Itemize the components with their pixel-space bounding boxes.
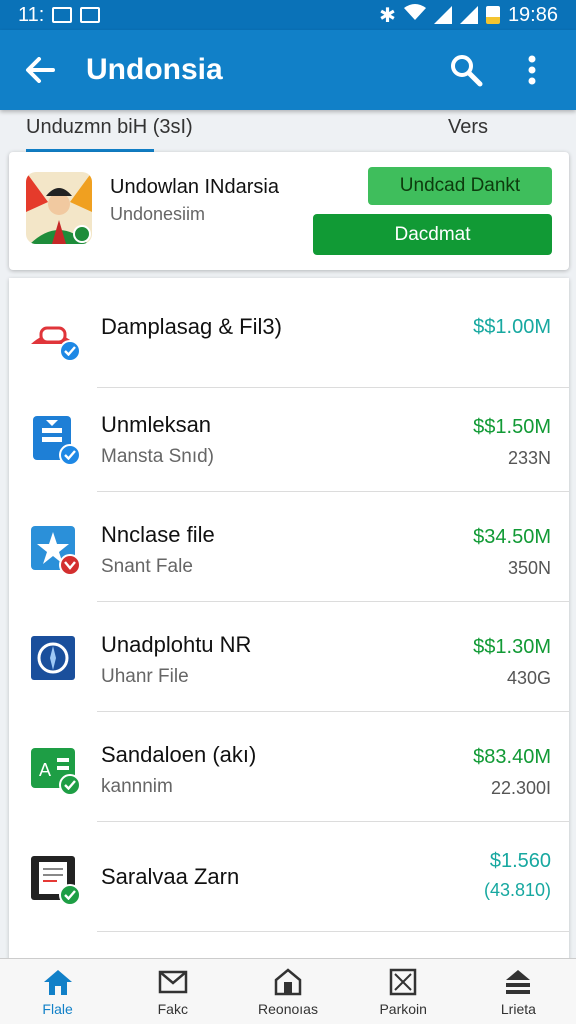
list-item-price: $$1.30M	[473, 636, 551, 658]
signal-icon-2	[459, 6, 478, 24]
wifi-icon	[403, 3, 426, 27]
tab-downloads[interactable]: Unduzmn biH (3sI)	[26, 110, 193, 152]
search-icon[interactable]	[444, 48, 488, 92]
list-item-size: 233N	[507, 448, 551, 468]
check-badge-icon	[59, 884, 81, 906]
list-item-name: Saralvaa Zarn	[101, 864, 240, 889]
download-button[interactable]: Undcad Dankt	[368, 167, 552, 205]
spreadsheet-icon: A	[29, 744, 81, 796]
status-time: 19:86	[507, 3, 558, 26]
nav-parking[interactable]: Parkoin	[346, 959, 461, 1024]
list-item-price: $83.40M	[473, 746, 551, 768]
app-bar: Undonsia	[0, 30, 576, 110]
more-vertical-icon[interactable]	[510, 48, 554, 92]
featured-app-subtitle: Undonesiim	[110, 204, 206, 224]
list-item-name: Nnclase file	[101, 522, 215, 547]
nav-resources[interactable]: Reonoıas	[230, 959, 345, 1024]
check-badge-icon	[59, 444, 81, 466]
list-item[interactable]: Unmleksan Mansta Snıd) $$1.50M 233N	[9, 382, 569, 492]
list-item-subtitle: Snant Fale	[101, 556, 193, 577]
featured-app-title: Undowlan INdarsia	[110, 176, 279, 198]
check-badge-icon	[59, 774, 81, 796]
tab-bar: Unduzmn biH (3sI) Vers	[0, 110, 576, 152]
list-item-name: Sandaloen (akı)	[101, 742, 257, 767]
list-item-name: Damplasag & Fil3)	[101, 314, 282, 339]
list-item-name: Unadplohtu NR	[101, 632, 252, 657]
bluetooth-icon: ✱	[379, 4, 396, 27]
star-icon	[29, 524, 81, 576]
bottom-navigation: Flale Fakc Reonoıas Parkoin Lrieta	[0, 958, 576, 1024]
arrow-left-icon[interactable]	[22, 52, 58, 88]
check-badge-icon	[59, 340, 81, 362]
list-item-price: $1.560	[489, 850, 551, 872]
alert-badge-icon	[59, 554, 81, 576]
download-now-button[interactable]: Dacdmat	[313, 214, 552, 255]
home-icon	[42, 967, 74, 997]
list-item-subtitle: Uhanr File	[101, 666, 189, 687]
battery-icon	[485, 6, 500, 24]
list-item-size: 350N	[507, 558, 551, 578]
list-item-size: 22.300I	[490, 778, 551, 798]
nav-label: Flale	[42, 1001, 73, 1017]
page-title: Undonsia	[86, 53, 223, 86]
list-item-subtitle: Mansta Snıd)	[101, 446, 214, 467]
nav-mail[interactable]: Fakc	[115, 959, 230, 1024]
list-item-price: $$1.00M	[473, 316, 551, 338]
mail-icon	[157, 967, 189, 997]
notification-icon	[52, 7, 73, 23]
nav-label: Parkoin	[379, 1001, 427, 1017]
list-item-size: (43.810)	[483, 880, 551, 900]
nav-label: Fakc	[157, 1001, 188, 1017]
list-item[interactable]: Unadplohtu NR Uhanr File $$1.30M 430G	[9, 602, 569, 712]
status-time-left: 11:	[18, 3, 45, 26]
building-icon	[272, 967, 304, 997]
status-bar: 11: ✱ 19:86	[0, 0, 576, 30]
list-item-name: Unmleksan	[101, 412, 212, 437]
nav-label: Lrieta	[500, 1001, 536, 1017]
list-item[interactable]: Saralvaa Zarn $1.560 (43.810)	[9, 822, 569, 932]
hat-icon	[29, 310, 81, 362]
app-logo-icon	[26, 172, 92, 244]
file-list: Damplasag & Fil3) $$1.00M Unmleksan Mans…	[9, 278, 569, 968]
list-item[interactable]: A Sandaloen (akı) kannnim $83.40M 22.300…	[9, 712, 569, 822]
image-box-icon	[387, 967, 419, 997]
tab-versions[interactable]: Vers	[448, 110, 488, 152]
inbox-icon	[502, 967, 534, 997]
list-item[interactable]: Nnclase file Snant Fale $34.50M 350N	[9, 492, 569, 602]
image-notification-icon	[80, 7, 101, 23]
list-item[interactable]: Damplasag & Fil3) $$1.00M	[9, 278, 569, 388]
compass-icon	[29, 634, 77, 682]
list-item-size: 430G	[506, 668, 551, 688]
list-item-price: $$1.50M	[473, 416, 551, 438]
signal-icon	[433, 6, 452, 24]
list-item-price: $34.50M	[473, 526, 551, 548]
nav-label: Reonoıas	[258, 1001, 318, 1017]
nav-list[interactable]: Lrieta	[461, 959, 576, 1024]
document-icon	[29, 414, 81, 466]
featured-app-card: Undowlan INdarsia Undonesiim Undcad Dank…	[9, 152, 569, 270]
notepad-icon	[29, 854, 81, 906]
list-item-subtitle: kannnim	[101, 776, 173, 797]
svg-text:A: A	[39, 760, 51, 780]
nav-home[interactable]: Flale	[0, 959, 115, 1024]
